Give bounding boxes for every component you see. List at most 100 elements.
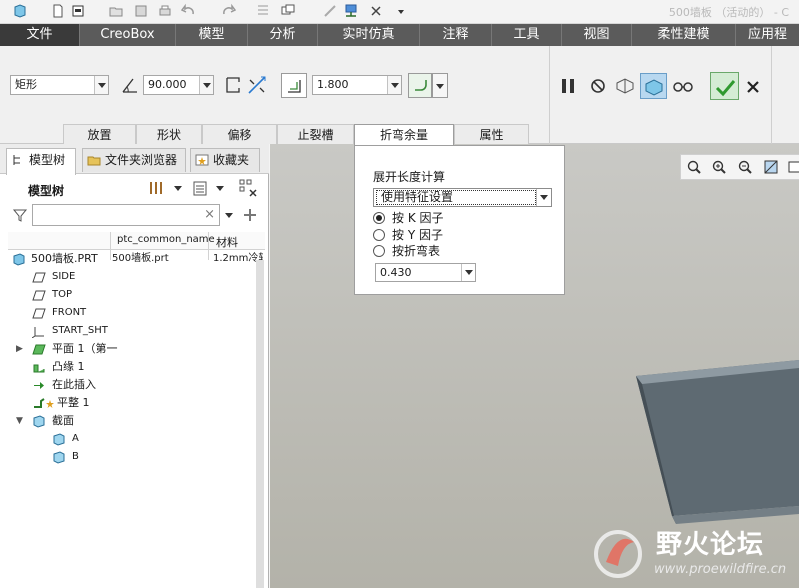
tab-folder-browser[interactable]: 文件夹浏览器 <box>82 148 186 172</box>
tree-row-part[interactable]: 500墙板.PRT 500墙板.prt 1.2mm冷轧 <box>0 250 265 268</box>
tab-live-simulation[interactable]: 实时仿真 <box>318 24 420 46</box>
thickness-input[interactable]: 1.800 <box>312 75 402 95</box>
thickness-type-button[interactable] <box>281 73 307 98</box>
subtab-placement[interactable]: 放置 <box>63 124 136 144</box>
tab-analysis[interactable]: 分析 <box>248 24 318 46</box>
feature-dashboard: 矩形 90.000 1.800 放置 形状 偏移 止裂槽 折弯余量 属性 <box>0 46 799 145</box>
subtab-shape[interactable]: 形状 <box>136 124 202 144</box>
subtab-relief[interactable]: 止裂槽 <box>277 124 354 144</box>
tree-row-label: 500墙板.PRT <box>31 252 98 265</box>
method-selected-value: 使用特征设置 <box>376 190 536 205</box>
windows-icon[interactable] <box>280 3 296 19</box>
chevron-down-icon[interactable] <box>172 178 184 198</box>
checkmark-icon <box>715 80 736 97</box>
subtab-offset[interactable]: 偏移 <box>202 124 277 144</box>
expand-icon[interactable]: ▶ <box>16 340 23 358</box>
tab-applications[interactable]: 应用程 <box>736 24 799 46</box>
chevron-down-icon[interactable] <box>461 264 475 281</box>
tree-row-section-b[interactable]: B <box>0 448 265 466</box>
redo-icon[interactable] <box>220 3 236 19</box>
chevron-down-icon[interactable] <box>536 189 551 206</box>
open-file-icon[interactable] <box>70 3 86 19</box>
tree-row-coordinate-system[interactable]: START_SHT <box>0 322 265 340</box>
radio-label: 按 K 因子 <box>392 211 444 225</box>
bend-radius-dropdown[interactable] <box>432 73 448 98</box>
undo-icon[interactable] <box>181 3 197 19</box>
part-icon[interactable] <box>12 3 28 19</box>
tree-row-datum-front[interactable]: FRONT <box>0 304 265 322</box>
watermark-url: www.proewildfire.cn <box>654 562 787 577</box>
divider <box>771 46 772 144</box>
tree-row-datum-top[interactable]: TOP <box>0 286 265 304</box>
flange-icon <box>33 364 45 373</box>
quick-access-toolbar: 500墙板 （活动的） - C <box>0 0 799 24</box>
tree-row-section[interactable]: ▼ 截面 <box>0 412 265 430</box>
tree-row-insert-here[interactable]: 在此插入 <box>0 376 265 394</box>
add-icon[interactable] <box>243 208 257 222</box>
glasses-icon[interactable] <box>672 75 694 97</box>
angle-value: 90.000 <box>148 78 187 91</box>
tab-file[interactable]: 文件 <box>0 24 80 46</box>
subtab-properties[interactable]: 属性 <box>454 124 529 144</box>
show-options-icon[interactable] <box>192 178 210 198</box>
tree-row-label: SIDE <box>52 271 76 282</box>
measure-icon[interactable] <box>322 3 338 19</box>
customize-dropdown-icon[interactable] <box>393 3 409 19</box>
developed-length-method-select[interactable]: 使用特征设置 <box>373 188 552 207</box>
bend-radius-button[interactable] <box>408 73 432 98</box>
no-preview-icon[interactable] <box>587 75 609 97</box>
clear-search-icon[interactable]: × <box>204 207 215 222</box>
regenerate-icon[interactable] <box>255 3 271 19</box>
cancel-icon[interactable] <box>742 76 764 98</box>
section-icon <box>53 451 65 464</box>
chevron-down-icon[interactable] <box>94 76 108 94</box>
tab-favorites[interactable]: 收藏夹 <box>190 148 260 172</box>
collapse-icon[interactable]: ▼ <box>16 412 23 430</box>
save-icon[interactable] <box>133 3 149 19</box>
tab-view[interactable]: 视图 <box>562 24 632 46</box>
verify-icon <box>645 79 663 96</box>
tab-creobox[interactable]: CreoBox <box>80 24 176 46</box>
column-header-name[interactable]: ptc_common_name <box>117 234 215 245</box>
k-factor-input[interactable]: 0.430 <box>375 263 476 282</box>
flip-side-icon[interactable] <box>223 74 245 96</box>
tree-row-datum-side[interactable]: SIDE <box>0 268 265 286</box>
chevron-down-icon[interactable] <box>199 76 213 94</box>
tab-annotate[interactable]: 注释 <box>420 24 492 46</box>
tree-scrollbar[interactable] <box>256 260 264 588</box>
verify-button[interactable] <box>640 73 667 99</box>
chevron-down-icon[interactable] <box>214 178 226 198</box>
tree-row-flat[interactable]: 平整 1 <box>0 394 265 412</box>
chevron-down-icon[interactable] <box>387 76 401 94</box>
tree-search-input[interactable]: × <box>32 204 220 226</box>
radio-unchecked-icon <box>373 245 385 257</box>
accept-button[interactable] <box>710 72 739 100</box>
preview-geometry-icon[interactable] <box>614 75 636 97</box>
tree-row-label: 凸缘 1 <box>52 360 85 373</box>
insert-arrow-icon <box>34 382 44 389</box>
angle-input[interactable]: 90.000 <box>143 75 214 95</box>
tree-row-section-a[interactable]: A <box>0 430 265 448</box>
navigator-panel: 模型树 文件夹浏览器 收藏夹 模型树 × ptc_common_name 材料 … <box>0 144 269 588</box>
chevron-down-icon[interactable] <box>224 210 234 220</box>
tab-model[interactable]: 模型 <box>176 24 248 46</box>
folder-icon[interactable] <box>108 3 124 19</box>
tab-tools[interactable]: 工具 <box>492 24 562 46</box>
column-header-material[interactable]: 材料 <box>216 234 264 250</box>
close-window-icon[interactable] <box>368 3 384 19</box>
tab-model-tree[interactable]: 模型树 <box>6 148 76 175</box>
flip-direction-icon[interactable] <box>246 74 268 96</box>
watermark-text: 野火论坛 <box>656 530 765 560</box>
network-icon[interactable] <box>343 3 359 19</box>
print-icon[interactable] <box>157 3 173 19</box>
tab-flexible-modeling[interactable]: 柔性建模 <box>632 24 736 46</box>
tree-row-planar-wall[interactable]: ▶ 平面 1（第一 <box>0 340 265 358</box>
subtab-bend-allowance[interactable]: 折弯余量 <box>354 124 454 145</box>
radio-checked-icon <box>373 212 385 224</box>
tree-filters-icon[interactable] <box>238 178 260 198</box>
pause-icon[interactable] <box>557 75 579 97</box>
settings-icon[interactable] <box>148 178 166 198</box>
new-file-icon[interactable] <box>50 3 66 19</box>
tree-row-flange[interactable]: 凸缘 1 <box>0 358 265 376</box>
shape-select[interactable]: 矩形 <box>10 75 109 95</box>
